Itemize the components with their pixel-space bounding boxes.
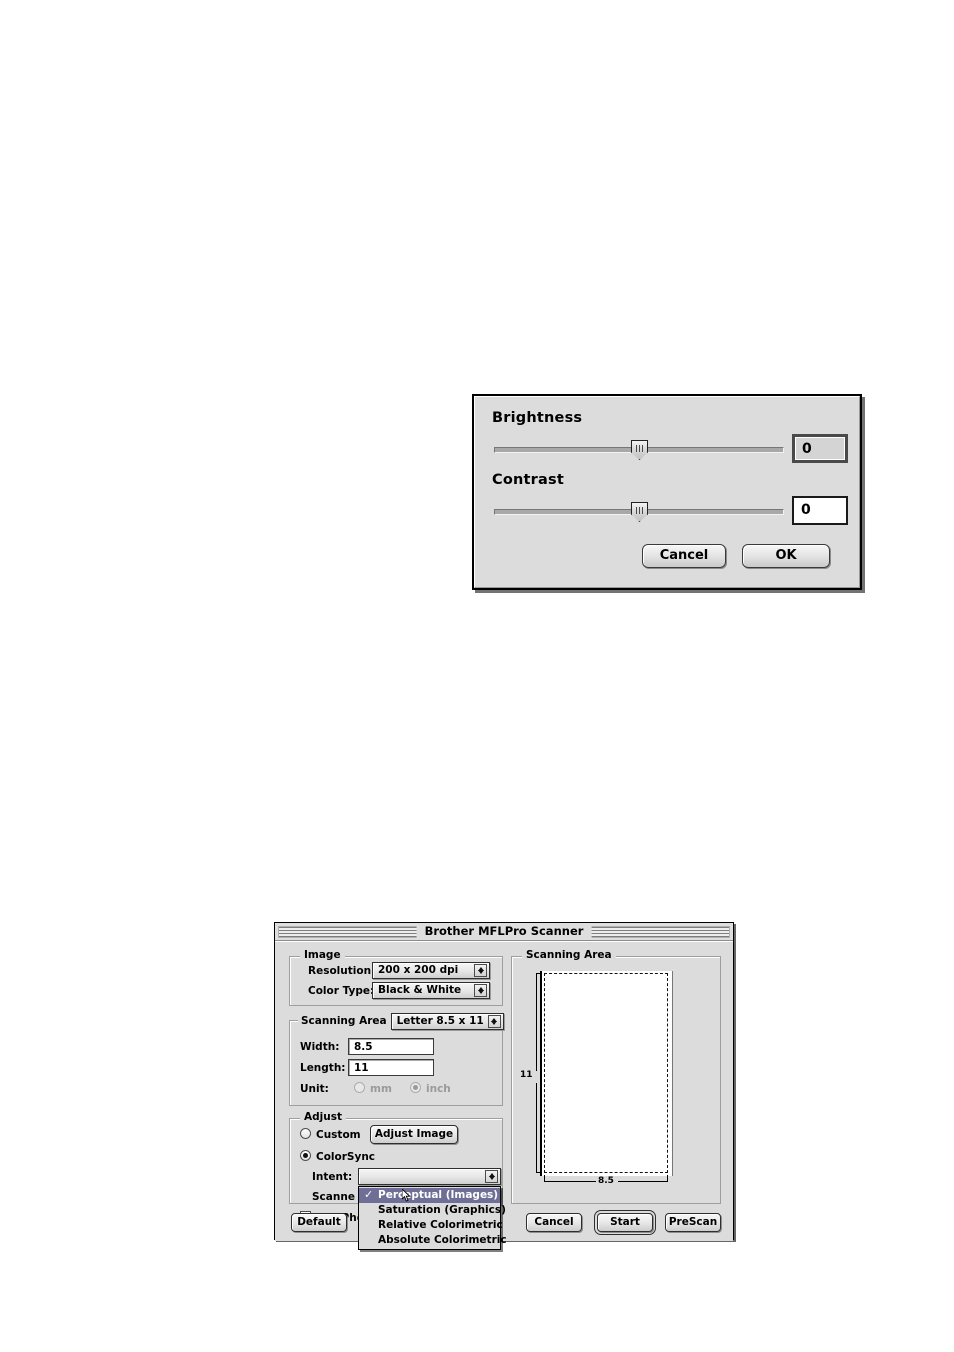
preview-selection-rect[interactable]	[544, 973, 668, 1173]
checkmark-icon: ✓	[364, 1188, 374, 1201]
unit-inch-radio[interactable]	[410, 1082, 421, 1093]
contrast-slider[interactable]	[494, 501, 784, 523]
scanner-label: Scanne	[312, 1191, 355, 1203]
preview-group: Scanning Area 11 8.5	[511, 949, 721, 1204]
adjust-image-button[interactable]: Adjust Image	[370, 1125, 458, 1144]
adjust-group: Adjust Custom Adjust Image ColorSync Int…	[289, 1111, 507, 1250]
window-title: Brother MFLPro Scanner	[416, 924, 592, 939]
scanning-area-group: Scanning Area Letter 8.5 x 11 in Width: …	[289, 1012, 507, 1106]
menu-item-saturation[interactable]: Saturation (Graphics)	[359, 1203, 506, 1218]
scanning-area-title: Scanning Area	[301, 1015, 387, 1027]
unit-mm-radio[interactable]	[354, 1082, 365, 1093]
preview-width-line-right	[618, 1181, 668, 1182]
ok-button[interactable]: OK	[742, 544, 830, 568]
resolution-popup[interactable]: 200 x 200 dpi	[372, 962, 490, 979]
menu-item-label: Relative Colorimetric	[378, 1219, 503, 1231]
contrast-thumb-grip	[636, 507, 644, 514]
contrast-slider-thumb[interactable]	[631, 502, 648, 522]
preview-area[interactable]: 11 8.5	[520, 971, 706, 1189]
menu-item-relative-colorimetric[interactable]: Relative Colorimetric	[359, 1218, 503, 1233]
unit-inch-label: inch	[426, 1083, 451, 1095]
preview-height-tick-top	[536, 973, 537, 1071]
adjust-image-dialog: Brightness 0 Contrast 0 Cancel OK	[472, 394, 862, 590]
start-button[interactable]: Start	[597, 1213, 653, 1232]
length-input[interactable]: 11	[348, 1059, 434, 1076]
scanner-window: Brother MFLPro Scanner Image Resolution:…	[274, 922, 734, 1250]
width-input[interactable]: 8.5	[348, 1038, 434, 1055]
preview-width-line-left	[544, 1181, 596, 1182]
scanner-window-body: Image Resolution: 200 x 200 dpi Color Ty…	[275, 941, 733, 1250]
preview-height-cap-bottom	[536, 1172, 542, 1173]
cancel-button[interactable]: Cancel	[526, 1213, 582, 1232]
unit-label: Unit:	[300, 1083, 329, 1095]
brightness-label: Brightness	[492, 410, 583, 426]
preview-width-label: 8.5	[598, 1176, 614, 1186]
preview-width-cap-right	[667, 1175, 668, 1182]
image-group-title: Image	[300, 949, 345, 961]
preview-group-title: Scanning Area	[522, 949, 616, 961]
menu-item-label: Perceptual (Images)	[378, 1189, 499, 1201]
colorsync-label: ColorSync	[316, 1151, 376, 1163]
resolution-value: 200 x 200 dpi	[378, 964, 459, 976]
preview-width-cap-left	[544, 1175, 545, 1182]
contrast-label: Contrast	[492, 472, 564, 488]
window-titlebar[interactable]: Brother MFLPro Scanner	[275, 923, 733, 941]
length-label: Length:	[300, 1062, 346, 1074]
scanning-area-preset-popup[interactable]: Letter 8.5 x 11 in	[390, 1012, 504, 1030]
brightness-value-field[interactable]: 0	[792, 434, 848, 463]
brightness-slider-thumb[interactable]	[631, 440, 648, 460]
menu-item-label: Saturation (Graphics)	[378, 1204, 506, 1216]
intent-label: Intent:	[312, 1171, 353, 1183]
color-type-popup[interactable]: Black & White	[372, 982, 490, 999]
brightness-slider[interactable]	[494, 439, 784, 461]
default-button[interactable]: Default	[291, 1213, 347, 1232]
colorsync-radio[interactable]	[300, 1150, 311, 1161]
chevron-updown-icon	[487, 1014, 501, 1028]
intent-dropdown-menu[interactable]: ✓ Perceptual (Images) Saturation (Graphi…	[358, 1186, 507, 1250]
intent-popup[interactable]	[358, 1168, 501, 1185]
color-type-value: Black & White	[378, 984, 462, 996]
prescan-button[interactable]: PreScan	[665, 1213, 721, 1232]
resolution-label: Resolution:	[308, 965, 376, 977]
chevron-updown-icon	[485, 1170, 498, 1183]
preview-height-label: 11	[520, 1070, 533, 1080]
scanning-area-preset-value: Letter 8.5 x 11 in	[396, 1014, 499, 1027]
cancel-button[interactable]: Cancel	[642, 544, 726, 568]
menu-item-label: Absolute Colorimetric	[378, 1234, 507, 1246]
width-label: Width:	[300, 1041, 340, 1053]
chevron-updown-icon	[474, 964, 487, 977]
custom-label: Custom	[316, 1129, 361, 1141]
preview-height-tick-bottom	[536, 1083, 537, 1173]
unit-mm-label: mm	[370, 1083, 392, 1095]
menu-item-absolute-colorimetric[interactable]: Absolute Colorimetric	[359, 1233, 507, 1248]
brightness-thumb-grip	[636, 445, 644, 452]
image-group: Image Resolution: 200 x 200 dpi Color Ty…	[289, 949, 503, 1006]
scanning-area-title-row: Scanning Area Letter 8.5 x 11 in	[298, 1012, 507, 1030]
menu-item-perceptual[interactable]: ✓ Perceptual (Images)	[359, 1188, 500, 1203]
chevron-updown-icon	[474, 984, 487, 997]
preview-height-cap-top	[536, 973, 542, 974]
contrast-value-field[interactable]: 0	[792, 496, 848, 525]
custom-radio[interactable]	[300, 1128, 311, 1139]
color-type-label: Color Type:	[308, 985, 375, 997]
adjust-group-title: Adjust	[300, 1111, 346, 1123]
